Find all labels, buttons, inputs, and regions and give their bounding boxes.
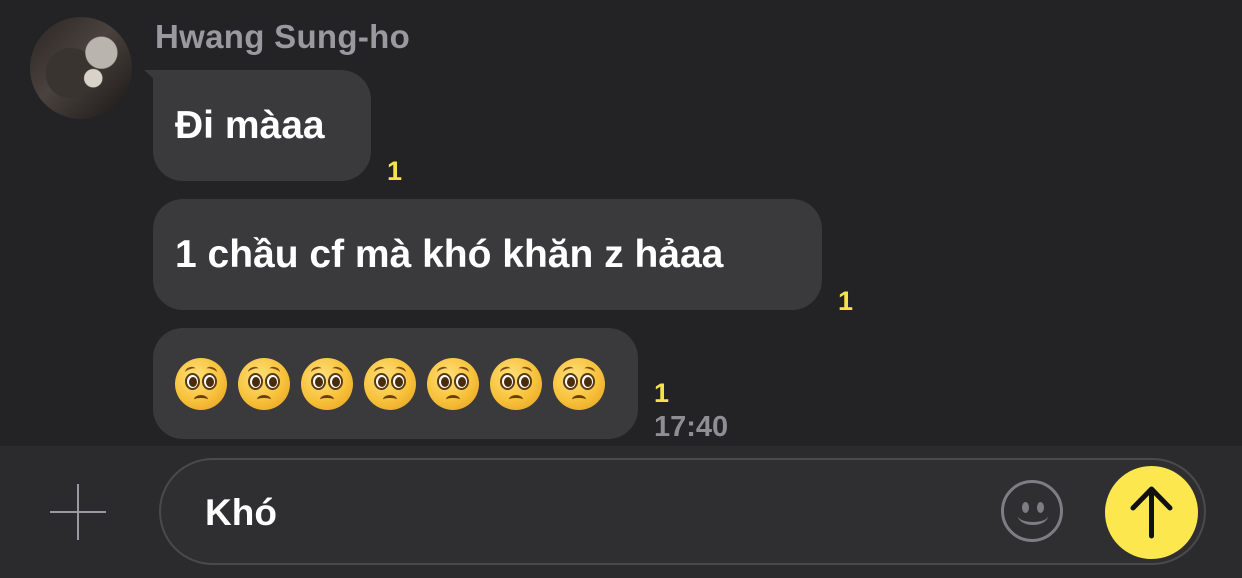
- unread-count: 1: [654, 378, 670, 408]
- send-button[interactable]: [1105, 466, 1198, 559]
- unread-count: 1: [838, 286, 854, 316]
- sender-name: Hwang Sung-ho: [155, 18, 411, 55]
- pleading-face-emoji: [553, 357, 605, 410]
- chat-area: Hwang Sung-ho Đi màaa 1 1 chầu cf mà khó…: [0, 0, 1242, 446]
- pleading-face-emoji: [175, 357, 227, 410]
- message-time: 17:40: [654, 411, 729, 443]
- message-bubble-emoji[interactable]: [153, 328, 638, 439]
- message-text: 1 chầu cf mà khó khăn z hảaa: [175, 232, 724, 276]
- plus-icon[interactable]: [50, 484, 106, 540]
- message-bubble[interactable]: 1 chầu cf mà khó khăn z hảaa: [153, 199, 822, 310]
- pleading-face-emoji: [427, 357, 479, 410]
- message-text: Đi màaa: [175, 103, 325, 147]
- sender-avatar[interactable]: [30, 17, 132, 119]
- emoji-smiley-icon[interactable]: [1001, 480, 1063, 542]
- pleading-face-emoji: [301, 357, 353, 410]
- message-input-value[interactable]: Khó: [205, 492, 277, 534]
- arrow-up-icon: [1130, 486, 1173, 539]
- unread-count: 1: [387, 156, 403, 186]
- pleading-face-emoji: [238, 357, 290, 410]
- message-bubble[interactable]: Đi màaa: [153, 70, 371, 181]
- pleading-face-emoji: [364, 357, 416, 410]
- pleading-face-emoji: [490, 357, 542, 410]
